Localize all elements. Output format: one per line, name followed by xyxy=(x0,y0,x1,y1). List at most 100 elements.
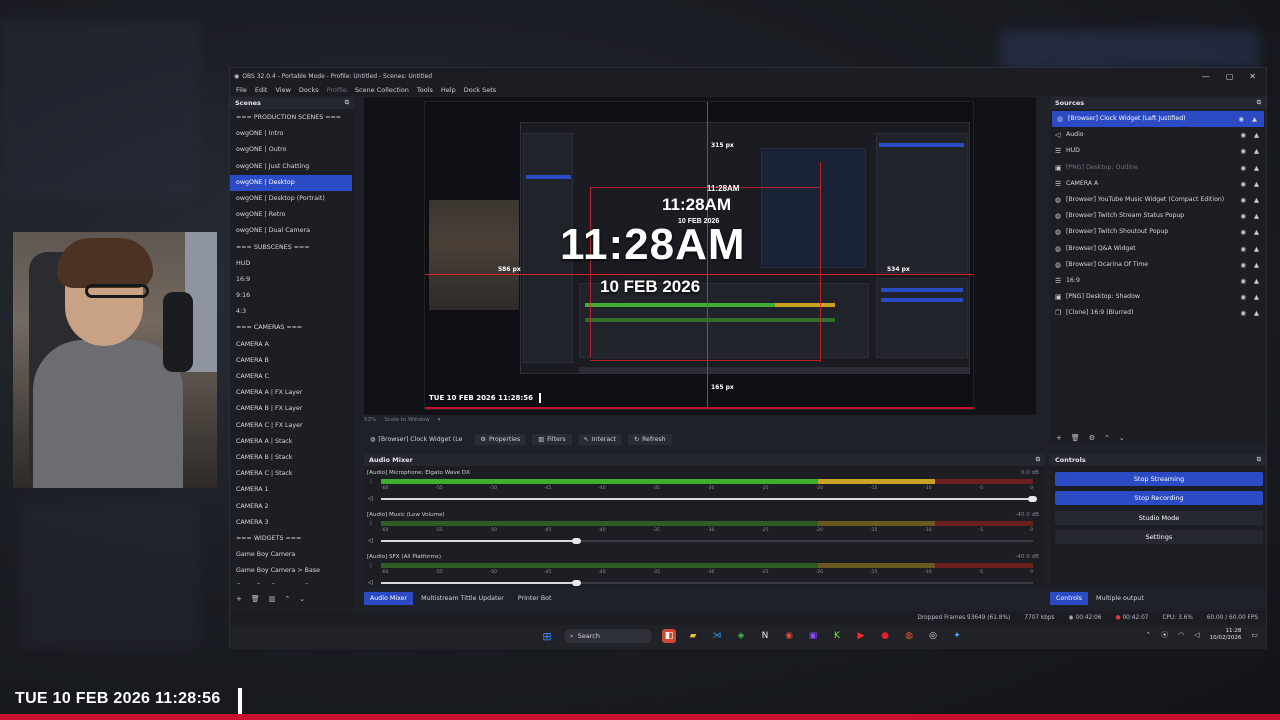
chrome-icon[interactable]: ◉ xyxy=(782,629,796,643)
app-icon[interactable]: ✦ xyxy=(950,629,964,643)
visibility-eye-icon[interactable]: ◉ xyxy=(1238,111,1244,127)
scene-item[interactable]: CAMERA 1 xyxy=(230,482,354,498)
app-icon[interactable]: ◧ xyxy=(662,629,676,643)
scene-item[interactable]: 16:9 xyxy=(230,272,354,288)
add-scene-icon[interactable]: + xyxy=(236,595,242,603)
visibility-eye-icon[interactable]: ◉ xyxy=(1240,257,1246,273)
scene-item[interactable]: CAMERA B | FX Layer xyxy=(230,401,354,417)
lock-icon[interactable]: ▲ xyxy=(1254,257,1259,273)
dock-undock-icon[interactable]: ⧉ xyxy=(1257,456,1261,464)
scene-item[interactable]: CAMERA 2 xyxy=(230,499,354,515)
stop-streaming-button[interactable]: Stop Streaming xyxy=(1055,472,1263,486)
microphone-icon[interactable]: ⦿ xyxy=(1161,630,1168,640)
remove-source-icon[interactable]: 🗑 xyxy=(1071,434,1080,442)
scene-item[interactable]: owgONE | Desktop xyxy=(230,174,352,191)
speaker-icon[interactable]: ◁ xyxy=(368,537,373,544)
menu-profile[interactable]: Profile xyxy=(327,86,347,94)
scene-item[interactable]: Game Boy Camera > Base xyxy=(230,563,354,579)
tab-multistream-updater[interactable]: Multistream Tittle Updater xyxy=(415,592,510,605)
scene-item[interactable]: === WIDGETS === xyxy=(230,531,354,547)
scene-item[interactable]: CAMERA B xyxy=(230,353,354,369)
scene-item[interactable]: CAMERA C xyxy=(230,369,354,385)
interact-button[interactable]: ↖ Interact xyxy=(577,433,622,445)
studio-mode-button[interactable]: Studio Mode xyxy=(1055,511,1263,525)
source-item[interactable]: ☰ 16:9 ◉ ▲ xyxy=(1050,273,1266,289)
scene-item[interactable]: CAMERA B | Stack xyxy=(230,450,354,466)
program-canvas[interactable]: 315 px 586 px 534 px 165 px 11:28AM 11:2… xyxy=(424,101,974,410)
source-item[interactable]: ☰ HUD ◉ ▲ xyxy=(1050,143,1266,159)
menu-file[interactable]: File xyxy=(236,86,247,94)
lock-icon[interactable]: ▲ xyxy=(1254,273,1259,289)
lock-icon[interactable]: ▲ xyxy=(1254,305,1259,321)
dock-undock-icon[interactable]: ⧉ xyxy=(1036,456,1040,464)
scene-item[interactable]: 9:16 xyxy=(230,288,354,304)
twitch-icon[interactable]: ▣ xyxy=(806,629,820,643)
scene-item[interactable]: owgONE | Just Chatting xyxy=(230,159,354,175)
lock-icon[interactable]: ▲ xyxy=(1254,241,1259,257)
channel-menu-icon[interactable]: ⋮ xyxy=(368,478,374,485)
app-icon[interactable]: ● xyxy=(878,629,892,643)
volume-icon[interactable]: ◁ xyxy=(1194,631,1199,639)
visibility-eye-icon[interactable]: ◉ xyxy=(1240,289,1246,305)
slider-knob[interactable] xyxy=(1028,496,1037,502)
chevron-up-icon[interactable]: ⌃ xyxy=(1145,631,1151,639)
source-item[interactable]: ◍ [Browser] YouTube Music Widget (Compact… xyxy=(1050,192,1266,208)
notification-icon[interactable]: ▭ xyxy=(1251,631,1258,639)
filter-scene-icon[interactable]: ▥ xyxy=(269,595,276,603)
menu-docks[interactable]: Docks xyxy=(299,86,319,94)
vscode-icon[interactable]: ⋊ xyxy=(710,629,724,643)
source-item[interactable]: ❐ [Clone] 16:9 (Blurred) ◉ ▲ xyxy=(1050,305,1266,321)
settings-button[interactable]: Settings xyxy=(1055,530,1263,544)
scene-item[interactable]: CAMERA C | Stack xyxy=(230,466,354,482)
preview-area[interactable]: 315 px 586 px 534 px 165 px 11:28AM 11:2… xyxy=(364,97,1036,415)
scene-item[interactable]: === PRODUCTION SCENES === xyxy=(230,110,354,126)
add-source-icon[interactable]: + xyxy=(1056,434,1062,442)
remove-scene-icon[interactable]: 🗑 xyxy=(251,595,260,603)
scene-item[interactable]: CAMERA 3 xyxy=(230,515,354,531)
lock-icon[interactable]: ▲ xyxy=(1254,143,1259,159)
menu-view[interactable]: View xyxy=(275,86,290,94)
lock-icon[interactable]: ▲ xyxy=(1254,192,1259,208)
scene-item[interactable]: HUD xyxy=(230,256,354,272)
menu-scene-collection[interactable]: Scene Collection xyxy=(355,86,409,94)
tab-controls[interactable]: Controls xyxy=(1050,592,1089,605)
visibility-eye-icon[interactable]: ◉ xyxy=(1240,224,1246,240)
youtube-icon[interactable]: ▶ xyxy=(854,629,868,643)
obs-icon[interactable]: ◎ xyxy=(926,629,940,643)
scene-item[interactable]: CAMERA C | FX Layer xyxy=(230,418,354,434)
menu-help[interactable]: Help xyxy=(441,86,456,94)
scene-item[interactable]: owgONE | Intro xyxy=(230,126,354,142)
move-up-icon[interactable]: ⌃ xyxy=(1104,434,1110,442)
scale-mode[interactable]: Scale to Window xyxy=(384,417,430,423)
speaker-icon[interactable]: ◁ xyxy=(368,495,373,502)
clock-widget-date[interactable]: 10 FEB 2026 xyxy=(600,277,700,297)
app-icon[interactable]: ◍ xyxy=(902,629,916,643)
zoom-level[interactable]: 53% xyxy=(364,417,376,423)
visibility-eye-icon[interactable]: ◉ xyxy=(1240,176,1246,192)
tab-printer-bot[interactable]: Printer Bot xyxy=(512,592,558,605)
visibility-eye-icon[interactable]: ◉ xyxy=(1240,208,1246,224)
source-item[interactable]: ▣ [PNG] Desktop: Shadow ◉ ▲ xyxy=(1050,289,1266,305)
chevron-down-icon[interactable]: ▾ xyxy=(438,417,441,423)
refresh-button[interactable]: ↻ Refresh xyxy=(627,433,672,445)
lock-icon[interactable]: ▲ xyxy=(1252,111,1257,127)
visibility-eye-icon[interactable]: ◉ xyxy=(1240,192,1246,208)
channel-menu-icon[interactable]: ⋮ xyxy=(368,562,374,569)
taskbar-search[interactable]: ⌕ Search xyxy=(564,629,652,643)
menu-dock-sets[interactable]: Dock Sets xyxy=(464,86,496,94)
volume-slider[interactable] xyxy=(381,580,1033,586)
move-up-icon[interactable]: ⌃ xyxy=(284,595,290,603)
visibility-eye-icon[interactable]: ◉ xyxy=(1240,273,1246,289)
scene-item[interactable]: owgONE | Dual Camera xyxy=(230,223,354,239)
source-item[interactable]: ▣ [PNG] Desktop: Outline ◉ ▲ xyxy=(1050,160,1266,176)
scene-item[interactable]: CAMERA A xyxy=(230,337,354,353)
filters-button[interactable]: ▥ Filters xyxy=(532,433,572,445)
stop-recording-button[interactable]: Stop Recording xyxy=(1055,491,1263,505)
menu-edit[interactable]: Edit xyxy=(255,86,268,94)
visibility-eye-icon[interactable]: ◉ xyxy=(1240,143,1246,159)
folder-icon[interactable]: ▰ xyxy=(686,629,700,643)
volume-slider[interactable] xyxy=(381,496,1037,502)
scene-item[interactable]: owgONE | Retro xyxy=(230,207,354,223)
lock-icon[interactable]: ▲ xyxy=(1254,176,1259,192)
source-item[interactable]: ◍ [Browser] Q&A Widget ◉ ▲ xyxy=(1050,241,1266,257)
